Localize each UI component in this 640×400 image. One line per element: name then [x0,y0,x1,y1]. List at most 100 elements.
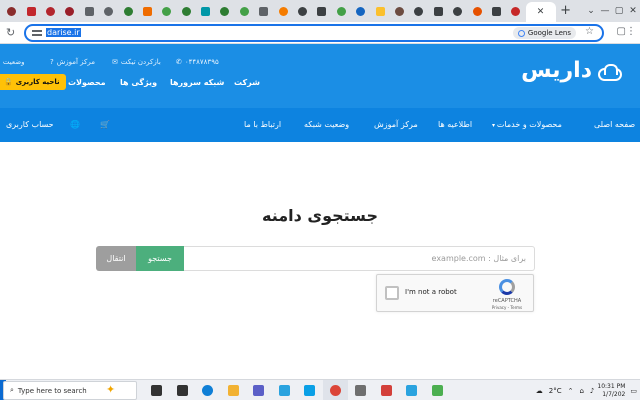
nav-products[interactable]: محصولات [68,78,106,87]
taskbar-search[interactable]: ⌕ Type here to search [3,381,137,400]
subnav-announcements[interactable]: اطلاعیه ها [438,120,472,129]
recaptcha-label: I'm not a robot [405,288,457,296]
taskbar-app-10[interactable] [374,380,400,400]
taskbar-edge[interactable] [195,380,221,400]
subnav-products-services[interactable]: ▾ محصولات و خدمات [492,120,562,129]
new-tab-button[interactable]: + [556,0,576,22]
taskbar-skype[interactable] [297,380,323,400]
favicon-25-icon [472,6,482,16]
address-bar[interactable]: darise.ir Google Lens ☆ [24,24,604,42]
menu-icon[interactable]: ⋮ [626,26,636,37]
tab-23[interactable] [429,0,448,22]
sparkle-icon[interactable]: ✦ [106,383,115,396]
search-button[interactable]: جستجو [136,246,184,271]
tab-4[interactable] [60,0,79,22]
taskbar-file-explorer[interactable] [221,380,247,400]
tab-12[interactable] [215,0,234,22]
globe-icon[interactable]: 🌐 [70,120,80,129]
client-area-button[interactable]: 🔒 ناحیه کاربری [0,74,66,90]
favicon-12-icon [220,6,230,16]
tab-5[interactable] [80,0,99,22]
tab-9[interactable] [157,0,176,22]
tab-11[interactable] [196,0,215,22]
tab-close-icon[interactable]: ✕ [537,7,545,17]
tab-13[interactable] [235,0,254,22]
url-text[interactable]: darise.ir [46,27,81,39]
reload-icon[interactable]: ↻ [6,26,15,39]
tab-7[interactable] [118,0,137,22]
tab-8[interactable] [138,0,157,22]
volume-icon[interactable]: ♪ [590,387,594,395]
network-icon[interactable]: ⌂ [579,387,583,395]
recaptcha-logo-icon [499,279,515,295]
tab-10[interactable] [177,0,196,22]
close-window-button[interactable]: ✕ [626,6,640,16]
topbar-phone[interactable]: ✆ ۰۴۴۸۷۸۳۹۵ [176,58,219,66]
tab-21[interactable] [390,0,409,22]
edge-icon [202,385,214,396]
site-info-icon[interactable] [32,29,42,37]
topbar-ticket[interactable]: ✉ بازکردن تیکت [112,58,161,66]
tab-3[interactable] [41,0,60,22]
tab-6[interactable] [99,0,118,22]
clock-date: 1/7/202 [602,390,626,398]
weather-icon[interactable]: ☁ [536,387,543,395]
topbar-learning[interactable]: ? مرکز آموزش [50,58,95,66]
phone-number: ۰۴۴۸۷۸۳۹۵ [184,58,219,66]
tab-19[interactable] [351,0,370,22]
transfer-button[interactable]: انتقال [96,246,136,271]
subnav-learning-center[interactable]: مرکز آموزش [374,120,418,129]
taskbar-app-9[interactable] [348,380,374,400]
subnav-network-status[interactable]: وضعیت شبکه [304,120,349,129]
taskbar-telegram[interactable] [272,380,298,400]
subnav-account[interactable]: حساب کاربری [6,120,54,129]
bookmark-star-icon[interactable]: ☆ [585,26,594,37]
favicon-18-icon [336,6,346,16]
taskbar-task-view[interactable] [144,380,170,400]
tab-27[interactable] [506,0,525,22]
subnav-home[interactable]: صفحه اصلی [594,120,635,129]
clock[interactable]: 10:31 PM 1/7/202 [597,383,625,399]
tab-1[interactable] [2,0,21,22]
favicon-4-icon [65,6,75,16]
tab-18[interactable] [332,0,351,22]
taskbar-mail[interactable] [170,380,196,400]
tab-14[interactable] [254,0,273,22]
tab-2[interactable] [21,0,40,22]
subnav-contact[interactable]: ارتباط با ما [244,120,281,129]
taskbar-chrome[interactable] [322,380,348,400]
secondary-nav: صفحه اصلی ▾ محصولات و خدمات اطلاعیه ها م… [0,108,640,142]
google-lens-button[interactable]: Google Lens [512,27,576,39]
notifications-icon[interactable]: ▭ [630,387,637,395]
favicon-3-icon [45,6,55,16]
tab-search-icon[interactable]: ⌄ [584,6,598,16]
domain-input[interactable] [184,246,535,271]
tab-15[interactable] [273,0,292,22]
maximize-button[interactable]: ▢ [612,6,626,16]
taskbar-search-placeholder: Type here to search [17,386,87,395]
weather-temp[interactable]: 2°C [549,387,562,395]
tray-chevron-icon[interactable]: ⌃ [568,387,574,395]
tab-16[interactable] [293,0,312,22]
tab-26[interactable] [487,0,506,22]
tab-22[interactable] [409,0,428,22]
tab-17[interactable] [312,0,331,22]
site-logo[interactable]: داریس [521,58,622,83]
tab-25[interactable] [467,0,486,22]
favicon-27-icon [511,6,521,16]
tab-24[interactable] [448,0,467,22]
tab-20[interactable] [370,0,389,22]
taskbar-app-12[interactable] [425,380,451,400]
nav-server-network[interactable]: شبکه سرورها [170,78,224,87]
nav-features[interactable]: ویژگی ها [120,78,157,87]
nav-company[interactable]: شرکت [234,78,260,87]
recaptcha-links[interactable]: Privacy - Terms [485,305,529,310]
minimize-button[interactable]: — [598,6,612,16]
tab-active[interactable]: ✕ [525,2,556,22]
recaptcha-checkbox[interactable] [385,286,399,300]
taskbar-telegram-2[interactable] [399,380,425,400]
extensions-icon[interactable]: ▢ [617,26,626,37]
taskbar-store[interactable] [246,380,272,400]
topbar-status[interactable]: ✔ وضعیت [0,58,25,66]
cart-icon[interactable]: 🛒 [100,120,110,129]
